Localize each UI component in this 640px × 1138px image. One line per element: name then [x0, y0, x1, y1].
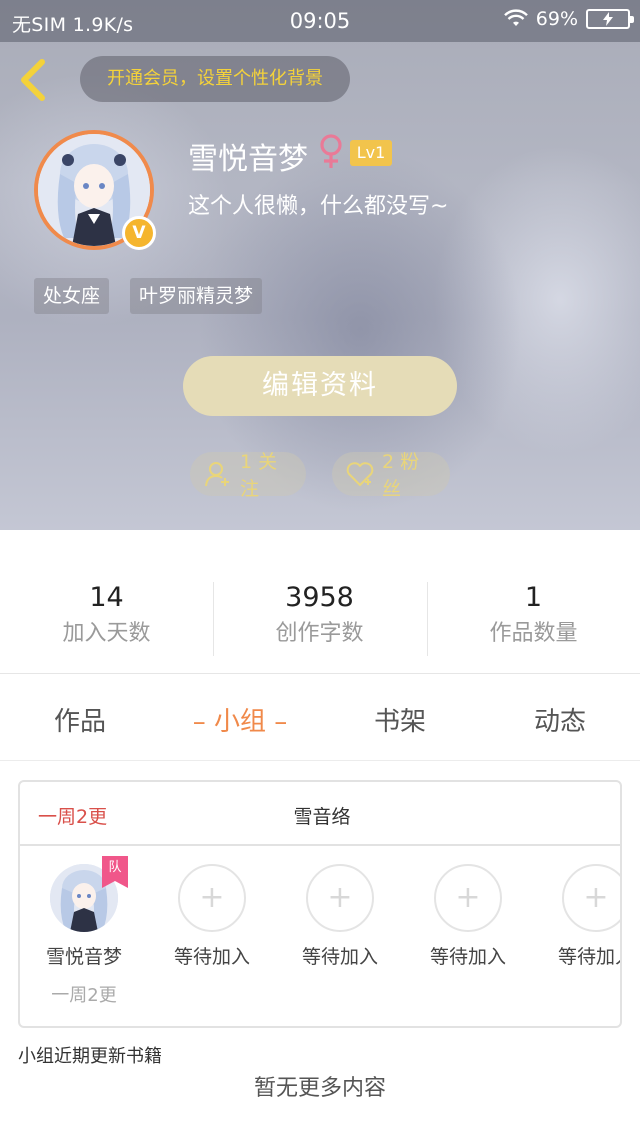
group-card[interactable]: 一周2更 雪音络 雪悦音梦 一周2更 队 + 等待加入 + 等待加入 + 等待加	[18, 780, 622, 1028]
profile-tabs: 作品 – 小组 – 书架 动态	[0, 675, 640, 761]
tab-group[interactable]: – 小组 –	[160, 701, 320, 738]
stat-value: 14	[89, 582, 124, 613]
following-count: 1 关注	[240, 451, 278, 500]
stat-label: 作品数量	[489, 621, 578, 646]
stat-label: 加入天数	[62, 621, 151, 646]
profile-avatar[interactable]: V	[34, 130, 156, 250]
status-bar: 无SIM 1.9K/s 09:05 69%	[0, 0, 640, 42]
member-name: 雪悦音梦	[45, 946, 122, 968]
verified-icon: V	[122, 216, 156, 250]
tag-zodiac: 处女座	[34, 278, 110, 314]
battery-icon	[586, 9, 634, 29]
fans-count: 2 粉丝	[382, 451, 420, 500]
bio-text: 这个人很懒，什么都没写~	[188, 194, 449, 219]
profile-header: 无SIM 1.9K/s 09:05 69% 开通会员，设置个性化背景 V 雪悦音…	[0, 0, 640, 530]
member-name: 等待加入	[429, 946, 506, 968]
member-name: 等待加入	[557, 946, 620, 968]
stats-row: 14 加入天数 3958 创作字数 1 作品数量	[0, 530, 640, 674]
tab-works[interactable]: 作品	[0, 701, 160, 738]
follow-user-icon	[205, 462, 229, 487]
plus-icon: +	[327, 880, 353, 915]
username: 雪悦音梦	[188, 142, 308, 177]
recent-books-label: 小组近期更新书籍	[18, 1046, 162, 1067]
invite-slot: +	[434, 864, 502, 932]
plus-icon: +	[583, 880, 609, 915]
plus-icon: +	[455, 880, 481, 915]
member-name: 等待加入	[301, 946, 378, 968]
back-arrow-icon[interactable]	[16, 58, 52, 102]
fans-button[interactable]: 2 粉丝	[332, 451, 450, 500]
member-name: 等待加入	[173, 946, 250, 968]
stat-label: 创作字数	[275, 621, 364, 646]
vip-background-button[interactable]: 开通会员，设置个性化背景	[80, 56, 350, 102]
member-slot[interactable]: 雪悦音梦 一周2更	[20, 864, 148, 1007]
heart-icon	[346, 462, 374, 486]
tab-bookshelf[interactable]: 书架	[320, 701, 480, 738]
stat-works[interactable]: 1 作品数量	[427, 580, 640, 652]
status-right: 69%	[503, 8, 634, 30]
empty-state-text: 暂无更多内容	[253, 1076, 386, 1101]
member-frequency: 一周2更	[51, 985, 117, 1006]
group-name: 雪音络	[293, 806, 351, 828]
plus-icon: +	[199, 880, 225, 915]
member-slot-empty[interactable]: + 等待加入	[404, 864, 532, 969]
battery-percent: 69%	[535, 8, 578, 30]
stat-words: 3958 创作字数	[213, 580, 426, 652]
group-header: 一周2更 雪音络	[20, 782, 620, 846]
stat-value: 3958	[285, 582, 354, 613]
tag-fandom: 叶罗丽精灵梦	[130, 278, 263, 314]
edit-profile-button[interactable]: 编辑资料	[183, 356, 457, 416]
wifi-icon	[503, 9, 528, 26]
member-slot-empty[interactable]: + 等待加入	[148, 864, 276, 969]
invite-slot: +	[178, 864, 246, 932]
invite-slot: +	[306, 864, 374, 932]
invite-slot: +	[562, 864, 620, 932]
tab-activity[interactable]: 动态	[480, 701, 640, 738]
level-badge: Lv1	[350, 140, 392, 166]
member-slot-empty[interactable]: + 等待加入	[276, 864, 404, 969]
member-slot-empty[interactable]: + 等待加入	[532, 864, 620, 969]
female-icon	[320, 134, 342, 168]
stat-value: 1	[524, 582, 543, 613]
following-button[interactable]: 1 关注	[190, 451, 306, 500]
stat-days: 14 加入天数	[0, 580, 213, 652]
